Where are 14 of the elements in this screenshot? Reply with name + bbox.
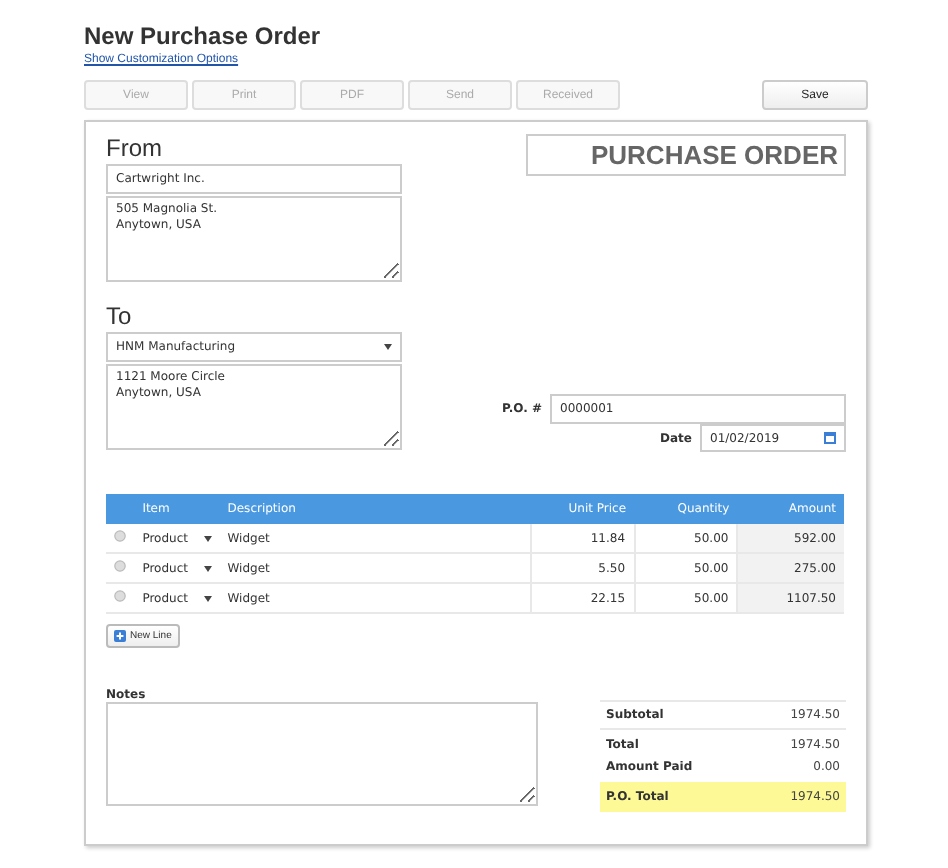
row-handle-icon[interactable] (114, 590, 126, 602)
caret-icon (203, 565, 212, 571)
row-handle-icon[interactable] (114, 530, 126, 542)
section-label: To (106, 302, 134, 330)
section-label: From (106, 134, 164, 162)
document-title: PURCHASE ORDER (526, 134, 846, 176)
caret-icon (203, 595, 212, 601)
notes-field[interactable] (106, 702, 538, 806)
row-handle-icon[interactable] (114, 560, 126, 572)
caret-icon (384, 344, 392, 350)
plus-icon (114, 630, 126, 642)
calendar-icon[interactable] (824, 432, 836, 444)
page-title: New Purchase Order (84, 20, 323, 52)
caret-icon (203, 535, 212, 541)
